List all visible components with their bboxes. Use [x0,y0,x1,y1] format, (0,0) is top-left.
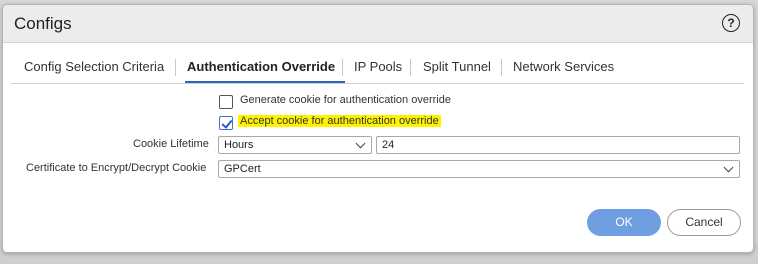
tab-bar: Config Selection Criteria Authentication… [11,53,744,84]
certificate-select[interactable]: GPCert [218,160,740,178]
tab-divider [501,59,502,76]
ok-button[interactable]: OK [587,209,661,236]
tab-config-selection-criteria[interactable]: Config Selection Criteria [24,59,164,74]
cookie-lifetime-input[interactable]: 24 [376,136,740,154]
tab-split-tunnel[interactable]: Split Tunnel [423,59,491,74]
chevron-down-icon [723,162,734,173]
cookie-lifetime-label: Cookie Lifetime [133,138,209,150]
help-icon[interactable]: ? [722,14,740,32]
active-tab-indicator [185,81,345,83]
accept-cookie-label: Accept cookie for authentication overrid… [238,115,441,127]
cookie-lifetime-value: 24 [382,139,395,151]
chevron-down-icon [355,138,366,149]
tab-ip-pools[interactable]: IP Pools [354,59,402,74]
cancel-button[interactable]: Cancel [667,209,741,236]
tab-divider [410,59,411,76]
tab-divider [175,59,176,76]
certificate-label: Certificate to Encrypt/Decrypt Cookie [26,162,207,174]
dialog-titlebar: Configs ? [3,5,753,43]
cookie-lifetime-unit-select[interactable]: Hours [218,136,372,154]
certificate-value: GPCert [224,163,261,175]
accept-cookie-checkbox[interactable] [219,116,233,130]
tab-authentication-override[interactable]: Authentication Override [187,59,335,74]
tab-divider [342,59,343,76]
tab-network-services[interactable]: Network Services [513,59,614,74]
generate-cookie-checkbox[interactable] [219,95,233,109]
configs-dialog: Configs ? Config Selection Criteria Auth… [2,4,754,253]
generate-cookie-label: Generate cookie for authentication overr… [240,94,451,106]
cookie-lifetime-unit-value: Hours [224,139,254,151]
dialog-title: Configs [14,14,72,33]
